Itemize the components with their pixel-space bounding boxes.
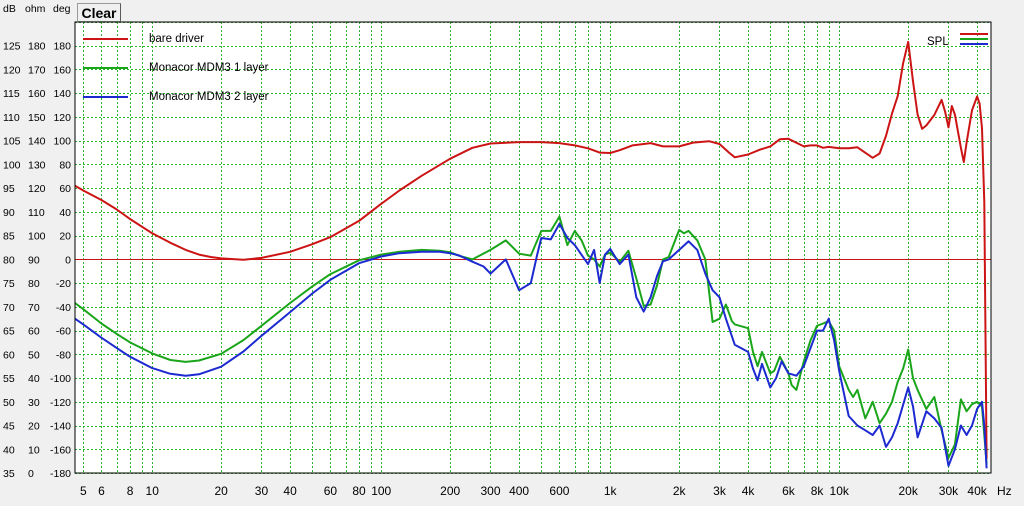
x-tick-label: 6 xyxy=(98,484,105,498)
y-tick-db: 45 xyxy=(3,421,15,433)
y-tick-db: 90 xyxy=(3,207,15,219)
y-tick-deg: -120 xyxy=(50,397,71,409)
y-tick-ohm: 0 xyxy=(28,468,34,480)
y-tick-db: 115 xyxy=(3,88,20,100)
unit-ohm: ohm xyxy=(25,3,46,15)
plot-area[interactable] xyxy=(75,22,991,473)
y-tick-deg: -140 xyxy=(50,421,71,433)
y-tick-ohm: 120 xyxy=(28,183,46,195)
y-tick-deg: 140 xyxy=(53,88,71,100)
y-tick-ohm: 180 xyxy=(28,41,46,53)
y-tick-deg: 20 xyxy=(59,231,71,243)
y-tick-db: 110 xyxy=(3,112,20,124)
x-tick-label: 10 xyxy=(146,484,160,498)
y-tick-deg: 80 xyxy=(59,159,71,171)
x-tick-label: 100 xyxy=(371,484,391,498)
y-tick-labels: 35 0 -180 40 10 -160 45 20 -140 50 30 -120 55 40 -100 6… xyxy=(3,41,71,480)
y-tick-ohm: 30 xyxy=(28,397,40,409)
y-tick-db: 65 xyxy=(3,326,15,338)
y-tick-ohm: 150 xyxy=(28,112,46,124)
y-tick-deg: 0 xyxy=(65,254,71,266)
x-tick-label: 400 xyxy=(509,484,529,498)
y-tick-ohm: 70 xyxy=(28,302,40,314)
x-tick-labels: 5 6 8 10 20 30 40 60 80 100 200 300 400 600 1k 2k 3k 4k 6k… xyxy=(80,484,988,498)
y-tick-db: 95 xyxy=(3,183,15,195)
x-tick-label: 30k xyxy=(939,484,959,498)
x-tick-label: 1k xyxy=(604,484,618,498)
y-tick-deg: -80 xyxy=(56,349,71,361)
legend-label-2-layer: Monacor MDM3 2 layer xyxy=(149,91,269,103)
y-tick-deg: -60 xyxy=(56,326,71,338)
legend-label-1-layer: Monacor MDM3 1 layer xyxy=(149,62,269,74)
y-tick-deg: 100 xyxy=(53,136,71,148)
y-tick-ohm: 60 xyxy=(28,326,40,338)
x-tick-label: 8k xyxy=(811,484,825,498)
y-tick-ohm: 170 xyxy=(28,64,46,76)
x-tick-label: 6k xyxy=(782,484,796,498)
x-tick-label: 4k xyxy=(742,484,756,498)
unit-deg: deg xyxy=(53,3,71,15)
x-tick-label: 40k xyxy=(967,484,987,498)
y-tick-deg: 60 xyxy=(59,183,71,195)
y-tick-deg: -100 xyxy=(50,373,71,385)
y-tick-ohm: 110 xyxy=(28,207,45,219)
x-tick-label: 200 xyxy=(440,484,460,498)
y-tick-deg: 40 xyxy=(59,207,71,219)
x-tick-label: 600 xyxy=(549,484,569,498)
y-tick-deg: -40 xyxy=(56,302,71,314)
y-tick-deg: 160 xyxy=(53,64,71,76)
x-tick-label: 40 xyxy=(283,484,297,498)
y-tick-ohm: 160 xyxy=(28,88,46,100)
y-tick-ohm: 20 xyxy=(28,421,40,433)
y-tick-deg: 180 xyxy=(53,41,71,53)
legend-label-bare-driver: bare driver xyxy=(149,33,204,45)
spl-label: SPL xyxy=(927,36,949,48)
y-tick-deg: -20 xyxy=(56,278,71,290)
y-tick-ohm: 140 xyxy=(28,136,46,148)
x-tick-label: 10k xyxy=(830,484,850,498)
y-tick-ohm: 80 xyxy=(28,278,40,290)
y-tick-ohm: 40 xyxy=(28,373,40,385)
y-tick-deg: -160 xyxy=(50,444,71,456)
y-tick-db: 35 xyxy=(3,468,15,480)
x-tick-label: 5 xyxy=(80,484,87,498)
y-tick-db: 50 xyxy=(3,397,15,409)
y-tick-deg: 120 xyxy=(53,112,71,124)
y-tick-ohm: 90 xyxy=(28,254,40,266)
x-tick-label: 60 xyxy=(324,484,338,498)
y-tick-db: 105 xyxy=(3,136,21,148)
y-tick-ohm: 100 xyxy=(28,231,46,243)
y-tick-db: 100 xyxy=(3,159,21,171)
y-tick-db: 75 xyxy=(3,278,15,290)
y-tick-db: 125 xyxy=(3,41,21,53)
x-tick-label: 20k xyxy=(898,484,918,498)
y-tick-db: 60 xyxy=(3,349,15,361)
x-tick-label: 20 xyxy=(214,484,228,498)
x-tick-label: 30 xyxy=(255,484,269,498)
y-tick-db: 120 xyxy=(3,64,21,76)
x-tick-label: 8 xyxy=(127,484,134,498)
y-tick-ohm: 50 xyxy=(28,349,40,361)
x-unit-label: Hz xyxy=(997,484,1012,498)
y-tick-db: 40 xyxy=(3,444,15,456)
chart-root: 35 0 -18040 10 -16045 20 -14050 30 -12055 40 -1006… xyxy=(3,3,1012,498)
x-tick-label: 2k xyxy=(673,484,687,498)
y-tick-db: 85 xyxy=(3,231,15,243)
x-tick-label: 300 xyxy=(480,484,500,498)
y-tick-db: 55 xyxy=(3,373,15,385)
y-tick-ohm: 130 xyxy=(28,159,46,171)
y-tick-deg: -180 xyxy=(50,468,71,480)
clear-button[interactable]: Clear xyxy=(77,3,121,22)
unit-db: dB xyxy=(3,3,16,15)
y-tick-db: 80 xyxy=(3,254,15,266)
y-tick-db: 70 xyxy=(3,302,15,314)
x-tick-label: 80 xyxy=(352,484,366,498)
y-tick-ohm: 10 xyxy=(28,444,40,456)
x-tick-label: 3k xyxy=(713,484,727,498)
